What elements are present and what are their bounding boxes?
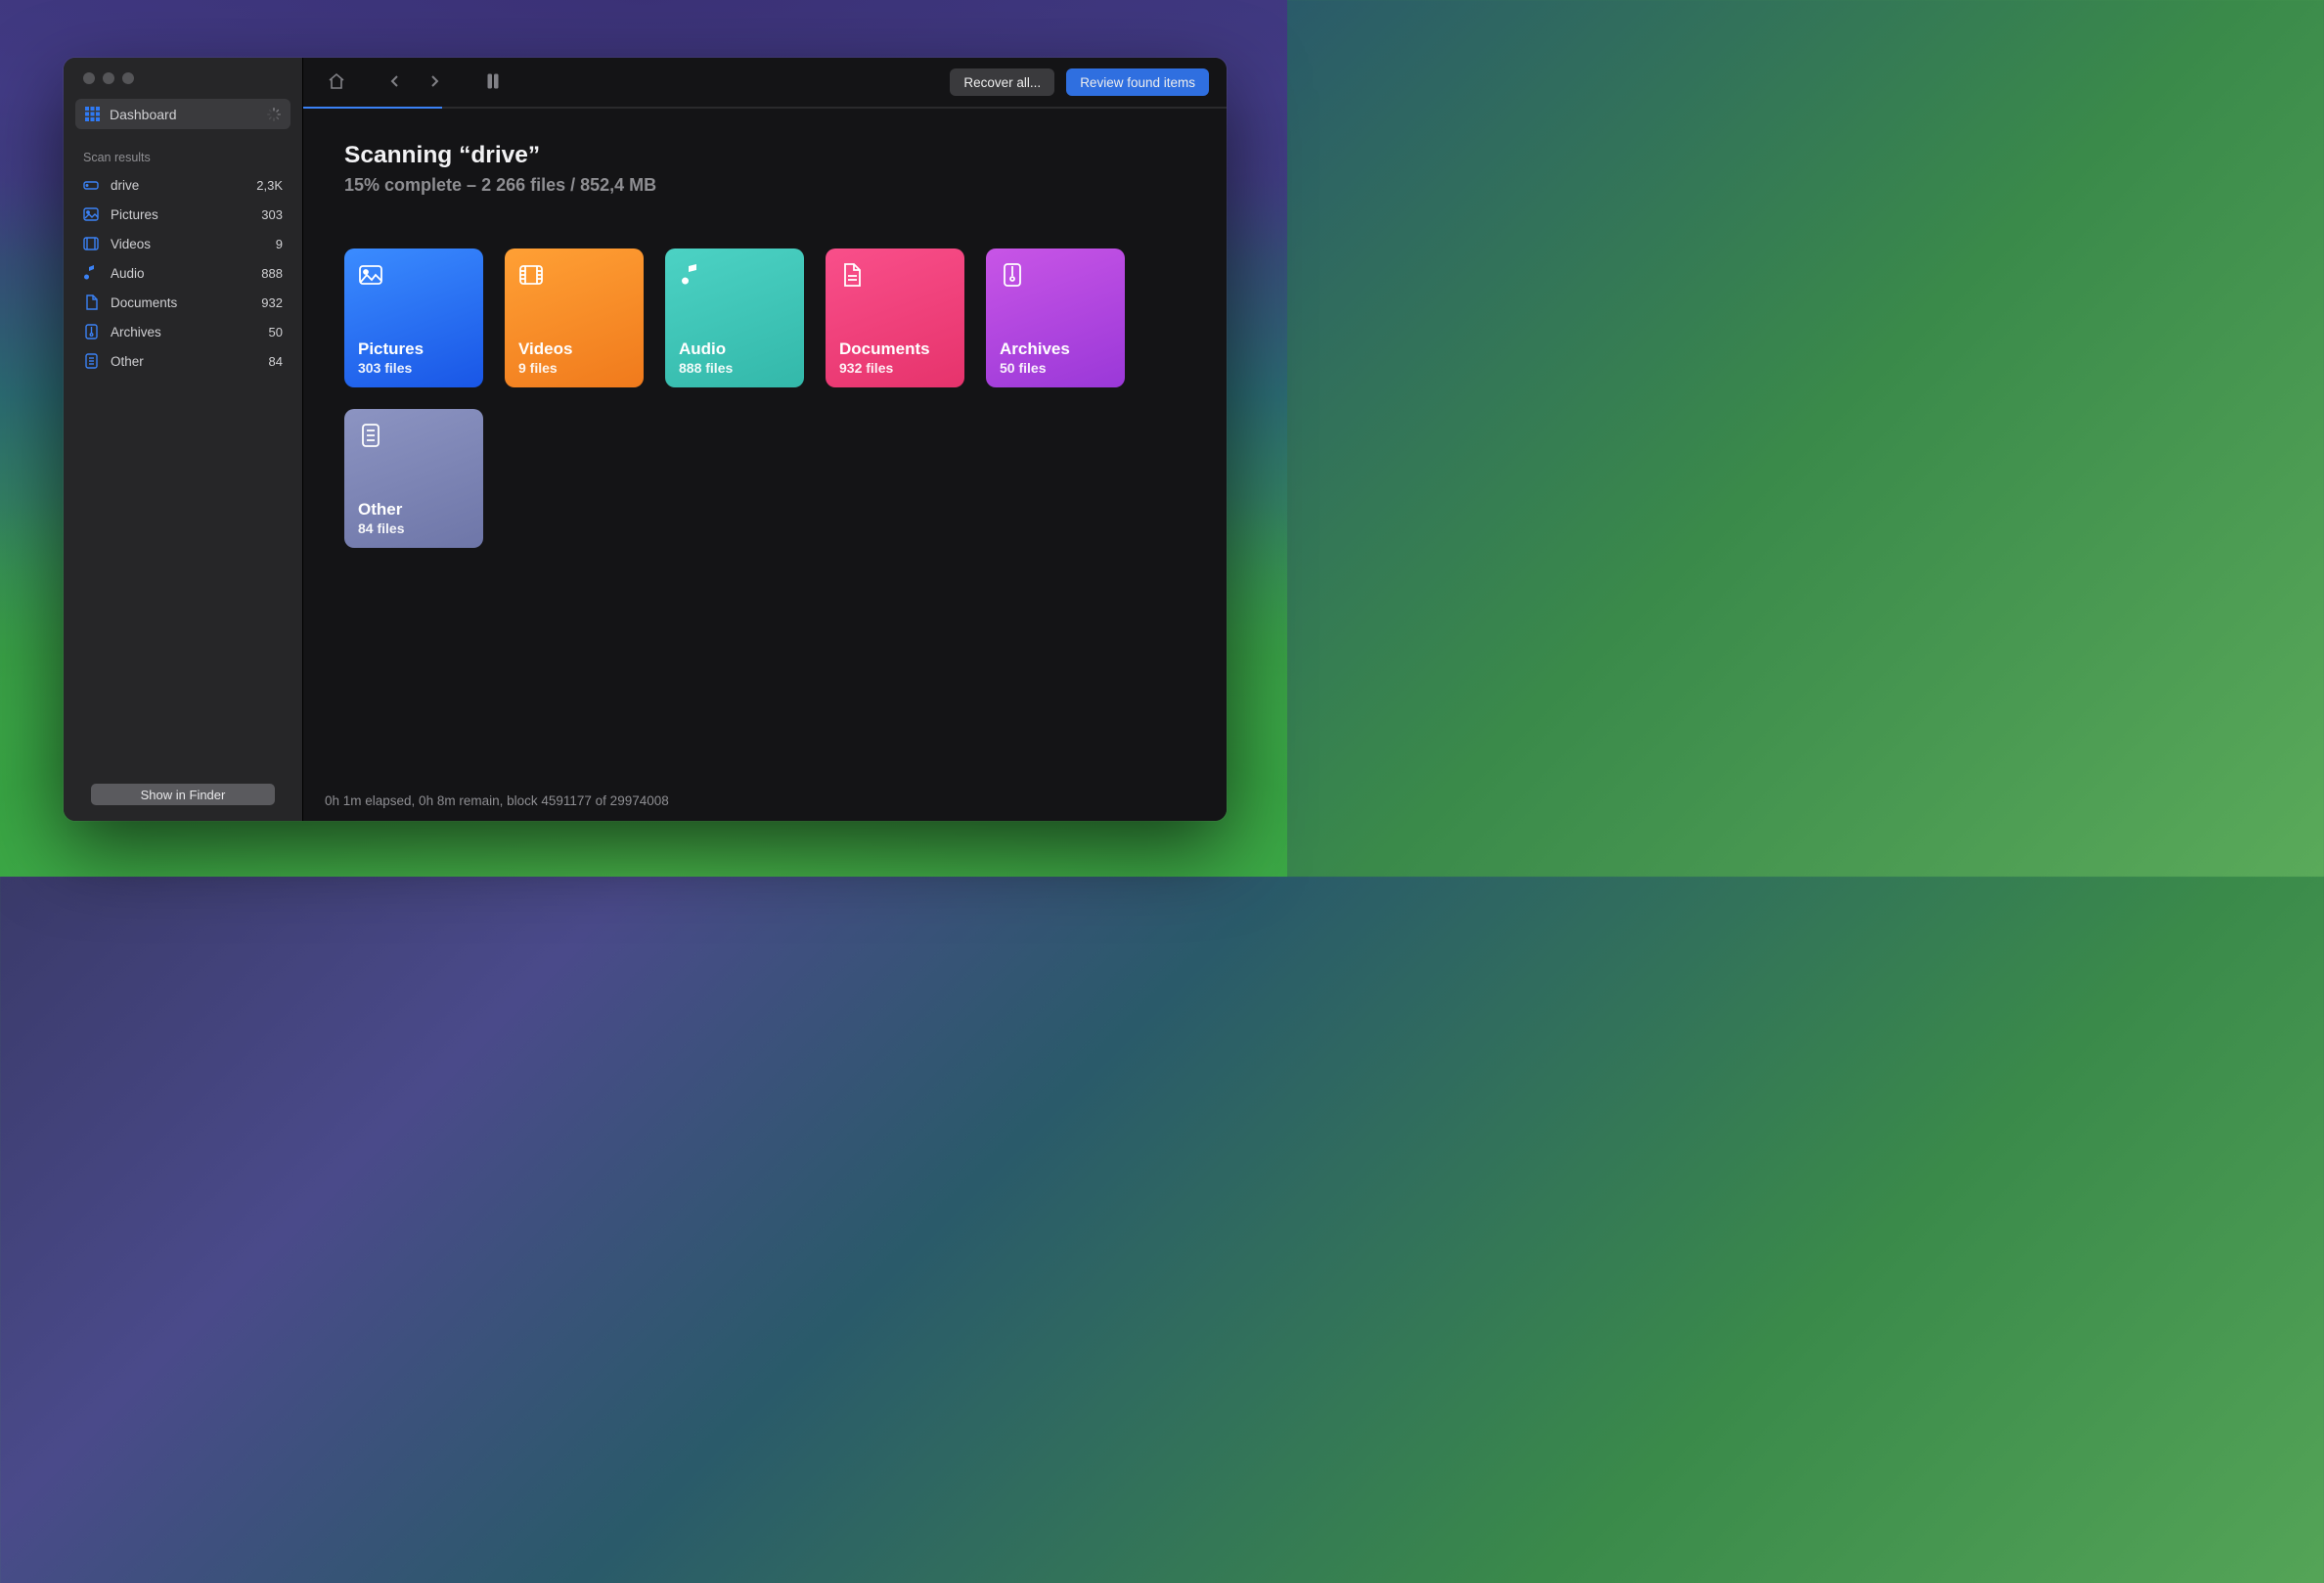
sidebar-section-header: Scan results bbox=[64, 137, 302, 170]
sidebar-item-videos[interactable]: Videos 9 bbox=[64, 229, 302, 258]
forward-button[interactable] bbox=[419, 68, 450, 96]
sidebar-item-audio[interactable]: Audio 888 bbox=[64, 258, 302, 288]
picture-icon bbox=[358, 262, 469, 292]
card-title: Audio bbox=[679, 339, 790, 359]
sidebar-item-pictures[interactable]: Pictures 303 bbox=[64, 200, 302, 229]
archive-icon bbox=[1000, 262, 1111, 292]
card-title: Documents bbox=[839, 339, 951, 359]
show-in-finder-button[interactable]: Show in Finder bbox=[91, 784, 275, 805]
recover-all-button[interactable]: Recover all... bbox=[950, 68, 1054, 96]
sidebar-item-drive[interactable]: drive 2,3K bbox=[64, 170, 302, 200]
category-cards: Pictures 303 files Videos 9 files Audio … bbox=[344, 249, 1185, 548]
music-icon bbox=[83, 265, 99, 281]
card-title: Pictures bbox=[358, 339, 469, 359]
video-icon bbox=[83, 237, 99, 250]
card-audio[interactable]: Audio 888 files bbox=[665, 249, 804, 387]
minimize-window-button[interactable] bbox=[103, 72, 114, 84]
card-count: 932 files bbox=[839, 360, 951, 376]
back-button[interactable] bbox=[380, 68, 411, 96]
picture-icon bbox=[83, 207, 99, 221]
document-icon bbox=[83, 294, 99, 310]
sidebar-item-label: Archives bbox=[111, 325, 161, 339]
sidebar-item-documents[interactable]: Documents 932 bbox=[64, 288, 302, 317]
card-other[interactable]: Other 84 files bbox=[344, 409, 483, 548]
dashboard-grid-icon bbox=[85, 107, 100, 121]
sidebar-item-count: 303 bbox=[261, 207, 283, 222]
sidebar-item-label: Videos bbox=[111, 237, 151, 251]
other-icon bbox=[83, 353, 99, 369]
scan-subtitle: 15% complete – 2 266 files / 852,4 MB bbox=[344, 175, 1185, 196]
sidebar-item-label: Documents bbox=[111, 295, 177, 310]
sidebar-item-dashboard[interactable]: Dashboard bbox=[75, 99, 290, 129]
card-title: Videos bbox=[518, 339, 630, 359]
sidebar-item-count: 932 bbox=[261, 295, 283, 310]
card-videos[interactable]: Videos 9 files bbox=[505, 249, 644, 387]
sidebar-item-count: 9 bbox=[276, 237, 283, 251]
status-bar: 0h 1m elapsed, 0h 8m remain, block 45911… bbox=[303, 780, 1227, 821]
document-icon bbox=[839, 262, 951, 292]
review-found-items-button[interactable]: Review found items bbox=[1066, 68, 1209, 96]
harddrive-icon bbox=[83, 179, 99, 191]
card-count: 50 files bbox=[1000, 360, 1111, 376]
sidebar-item-other[interactable]: Other 84 bbox=[64, 346, 302, 376]
card-pictures[interactable]: Pictures 303 files bbox=[344, 249, 483, 387]
card-count: 9 files bbox=[518, 360, 630, 376]
card-archives[interactable]: Archives 50 files bbox=[986, 249, 1125, 387]
window-traffic-lights bbox=[64, 58, 302, 99]
sidebar-item-count: 2,3K bbox=[256, 178, 283, 193]
home-button[interactable] bbox=[321, 68, 352, 96]
main-area: Recover all... Review found items Scanni… bbox=[303, 58, 1227, 821]
music-icon bbox=[679, 262, 790, 292]
sidebar-item-label: Audio bbox=[111, 266, 145, 281]
scan-title: Scanning “drive” bbox=[344, 142, 1185, 169]
card-count: 84 files bbox=[358, 520, 469, 536]
zoom-window-button[interactable] bbox=[122, 72, 134, 84]
sidebar: Dashboard Scan results bbox=[64, 58, 303, 821]
sidebar-item-archives[interactable]: Archives 50 bbox=[64, 317, 302, 346]
sidebar-list: drive 2,3K Pictures 303 Videos bbox=[64, 170, 302, 376]
pause-icon bbox=[486, 73, 500, 92]
close-window-button[interactable] bbox=[83, 72, 95, 84]
pause-scan-button[interactable] bbox=[477, 68, 509, 96]
toolbar: Recover all... Review found items bbox=[303, 58, 1227, 107]
card-count: 888 files bbox=[679, 360, 790, 376]
app-window: Dashboard Scan results bbox=[64, 58, 1227, 821]
other-icon bbox=[358, 423, 469, 452]
sidebar-item-label: Other bbox=[111, 354, 144, 369]
card-title: Archives bbox=[1000, 339, 1111, 359]
sidebar-item-label: Pictures bbox=[111, 207, 158, 222]
video-icon bbox=[518, 262, 630, 292]
status-text: 0h 1m elapsed, 0h 8m remain, block 45911… bbox=[325, 793, 669, 808]
card-count: 303 files bbox=[358, 360, 469, 376]
sidebar-item-count: 888 bbox=[261, 266, 283, 281]
chevron-left-icon bbox=[387, 73, 403, 92]
card-title: Other bbox=[358, 500, 469, 520]
chevron-right-icon bbox=[426, 73, 442, 92]
scanning-spinner-icon bbox=[267, 108, 281, 121]
home-icon bbox=[327, 71, 346, 94]
card-documents[interactable]: Documents 932 files bbox=[826, 249, 964, 387]
dashboard-label: Dashboard bbox=[110, 107, 177, 122]
sidebar-item-label: drive bbox=[111, 178, 139, 193]
sidebar-item-count: 84 bbox=[269, 354, 283, 369]
archive-icon bbox=[83, 324, 99, 339]
sidebar-item-count: 50 bbox=[269, 325, 283, 339]
